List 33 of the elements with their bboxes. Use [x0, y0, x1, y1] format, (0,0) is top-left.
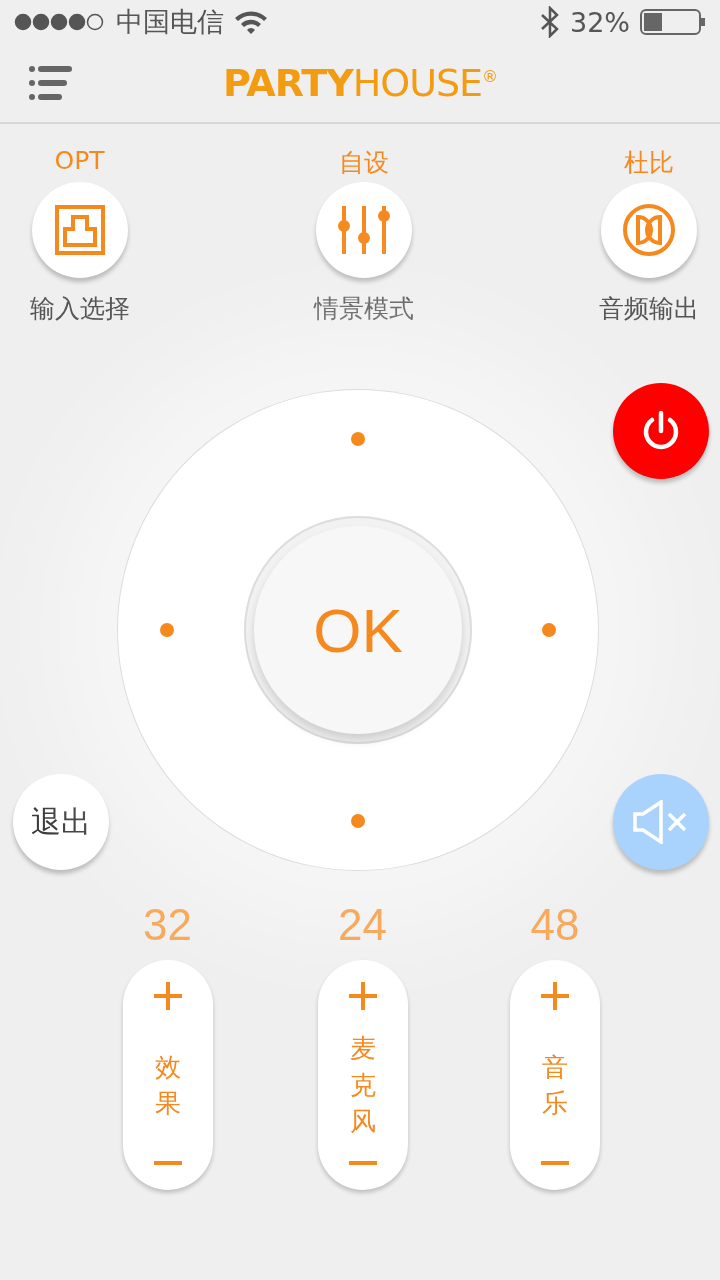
right-dot-icon[interactable] [542, 623, 556, 637]
wifi-icon [234, 9, 268, 35]
mode-label: 情景模式 [314, 293, 414, 325]
exit-button[interactable]: 退出 [13, 774, 109, 870]
volume-label: 效果 [154, 1050, 181, 1120]
signal-icon [14, 13, 106, 31]
volume-value: 48 [530, 900, 580, 951]
mode-label: 输入选择 [29, 293, 130, 325]
mode-value: OPT [54, 146, 105, 177]
direction-pad[interactable]: OK [118, 390, 598, 870]
down-dot-icon[interactable] [351, 814, 365, 828]
left-dot-icon[interactable] [160, 623, 174, 637]
volume-value: 24 [338, 900, 387, 951]
carrier-name: 中国电信 [116, 5, 224, 39]
brand-logo: PARTYHOUSE$^{®}$ [222, 61, 498, 105]
up-dot-icon[interactable] [351, 432, 365, 446]
ok-button[interactable]: OK [254, 526, 462, 734]
volume-value: 32 [143, 900, 192, 951]
volume-label: 麦克风 [349, 1032, 376, 1139]
volume-label: 音乐 [542, 1050, 568, 1120]
power-button[interactable] [613, 383, 709, 479]
mute-icon [633, 800, 689, 844]
port-icon [54, 205, 105, 255]
bluetooth-icon [540, 6, 560, 38]
sliders-icon [337, 204, 391, 256]
battery-percent: 32% [570, 6, 630, 38]
mode-button[interactable] [316, 182, 412, 278]
mode-value: 自设 [339, 147, 389, 179]
mode-label: 音频输出 [598, 293, 699, 325]
dolby-icon [621, 203, 676, 257]
mute-button[interactable] [613, 774, 709, 870]
mode-value: 杜比 [623, 147, 674, 179]
battery-icon [640, 9, 706, 35]
